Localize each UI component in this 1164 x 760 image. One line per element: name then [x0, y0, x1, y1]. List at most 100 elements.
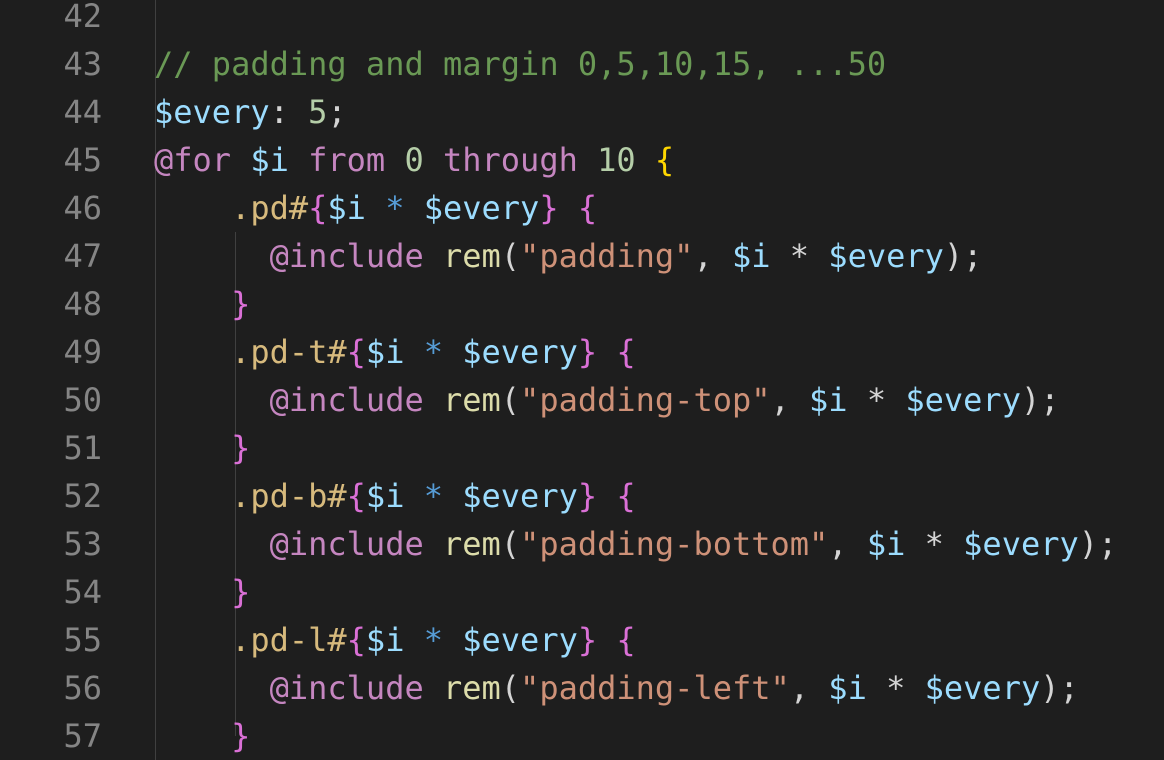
token-brace2: { [346, 477, 366, 515]
token-op: * [423, 621, 443, 659]
token-brace2: } [577, 333, 598, 371]
token-punc [424, 237, 443, 275]
token-fn: rem [442, 669, 501, 707]
token-fn: rem [442, 381, 501, 419]
token-var: $i [250, 141, 289, 179]
token-punc [366, 189, 385, 227]
code-content: // padding and margin 0,5,10,15, ...50 [154, 40, 886, 88]
token-brace2: } [577, 621, 598, 659]
token-punc [597, 333, 616, 371]
token-punc [154, 477, 231, 515]
token-var: $every [462, 621, 578, 659]
token-punc: ( [500, 237, 521, 275]
token-brace2: { [616, 333, 636, 371]
token-kw: @include [269, 237, 424, 275]
token-var: $every [924, 669, 1041, 707]
line-number: 53 [63, 525, 102, 563]
token-fn: rem [442, 525, 501, 563]
token-brace2: } [231, 285, 251, 323]
code-content: @include rem("padding", $i * $every); [154, 232, 983, 280]
token-punc [154, 285, 231, 323]
code-content: .pd-t#{$i * $every} { [154, 328, 636, 376]
line-number: 47 [63, 237, 102, 275]
token-punc [289, 141, 308, 179]
code-content: @for $i from 0 through 10 { [154, 136, 674, 184]
token-kw: @include [269, 525, 424, 563]
token-punc: * [866, 669, 925, 707]
token-punc: , [828, 525, 867, 563]
token-var: $every [423, 189, 540, 227]
code-line[interactable]: 46 .pd#{$i * $every} { [0, 184, 1164, 232]
token-kw: @include [269, 669, 424, 707]
token-punc [404, 189, 423, 227]
code-line[interactable]: 57 } [0, 712, 1164, 760]
code-line[interactable]: 51 } [0, 424, 1164, 472]
token-brace2: { [308, 189, 328, 227]
token-punc [636, 141, 655, 179]
token-punc [578, 141, 597, 179]
token-brace2: } [231, 429, 251, 467]
code-line[interactable]: 53 @include rem("padding-bottom", $i * $… [0, 520, 1164, 568]
token-punc [404, 333, 423, 371]
token-kw: @for [154, 141, 232, 179]
token-punc: , [789, 669, 829, 707]
token-punc [154, 429, 231, 467]
code-line[interactable]: 49 .pd-t#{$i * $every} { [0, 328, 1164, 376]
token-punc: * [770, 237, 829, 275]
code-line[interactable]: 56 @include rem("padding-left", $i * $ev… [0, 664, 1164, 712]
token-kw: from [308, 141, 386, 179]
token-punc [424, 141, 443, 179]
token-punc: : [269, 93, 309, 131]
token-fn: rem [442, 237, 501, 275]
code-line[interactable]: 50 @include rem("padding-top", $i * $eve… [0, 376, 1164, 424]
token-var: $i [731, 237, 771, 275]
code-content: .pd#{$i * $every} { [154, 184, 597, 232]
code-content: .pd-l#{$i * $every} { [154, 616, 636, 664]
code-content: } [154, 568, 250, 616]
code-line[interactable]: 54 } [0, 568, 1164, 616]
code-line[interactable]: 52 .pd-b#{$i * $every} { [0, 472, 1164, 520]
token-var: $every [963, 525, 1079, 563]
line-number: 43 [63, 45, 102, 83]
token-brace2: { [616, 477, 636, 515]
line-number: 55 [63, 621, 102, 659]
code-line[interactable]: 43 // padding and margin 0,5,10,15, ...50 [0, 40, 1164, 88]
token-var: $i [828, 669, 867, 707]
token-op: * [423, 477, 443, 515]
code-line[interactable]: 55 .pd-l#{$i * $every} { [0, 616, 1164, 664]
line-number: 54 [63, 573, 102, 611]
line-number: 44 [63, 93, 102, 131]
token-sel: .pd-t# [231, 333, 347, 371]
token-punc: ); [943, 237, 983, 275]
code-line[interactable]: 44 $every: 5; [0, 88, 1164, 136]
line-number: 42 [63, 0, 102, 35]
token-punc: ); [1020, 381, 1060, 419]
code-line[interactable]: 45 @for $i from 0 through 10 { [0, 136, 1164, 184]
code-editor[interactable]: 42 43 // padding and margin 0,5,10,15, ...… [0, 0, 1164, 760]
token-punc: , [693, 237, 732, 275]
token-var: $i [365, 333, 405, 371]
token-punc [154, 717, 231, 755]
token-brace2: } [231, 717, 251, 755]
token-punc: ; [327, 93, 347, 131]
code-line[interactable]: 47 @include rem("padding", $i * $every); [0, 232, 1164, 280]
token-brace2: } [231, 573, 251, 611]
token-brace: { [654, 141, 675, 179]
token-str: "padding-bottom" [520, 525, 829, 563]
line-number: 51 [63, 429, 102, 467]
token-str: "padding-top" [520, 381, 771, 419]
code-line[interactable]: 42 [0, 0, 1164, 40]
code-content: } [154, 712, 250, 760]
code-content: @include rem("padding-left", $i * $every… [154, 664, 1079, 712]
token-punc [443, 333, 462, 371]
token-str: "padding" [520, 237, 694, 275]
token-var: $i [365, 477, 405, 515]
code-line[interactable]: 48 } [0, 280, 1164, 328]
token-punc [559, 189, 578, 227]
token-sel: .pd# [231, 189, 309, 227]
token-num: 5 [308, 93, 328, 131]
line-number: 56 [63, 669, 102, 707]
token-kw: through [442, 141, 578, 179]
token-punc [424, 669, 443, 707]
line-number: 48 [63, 285, 102, 323]
